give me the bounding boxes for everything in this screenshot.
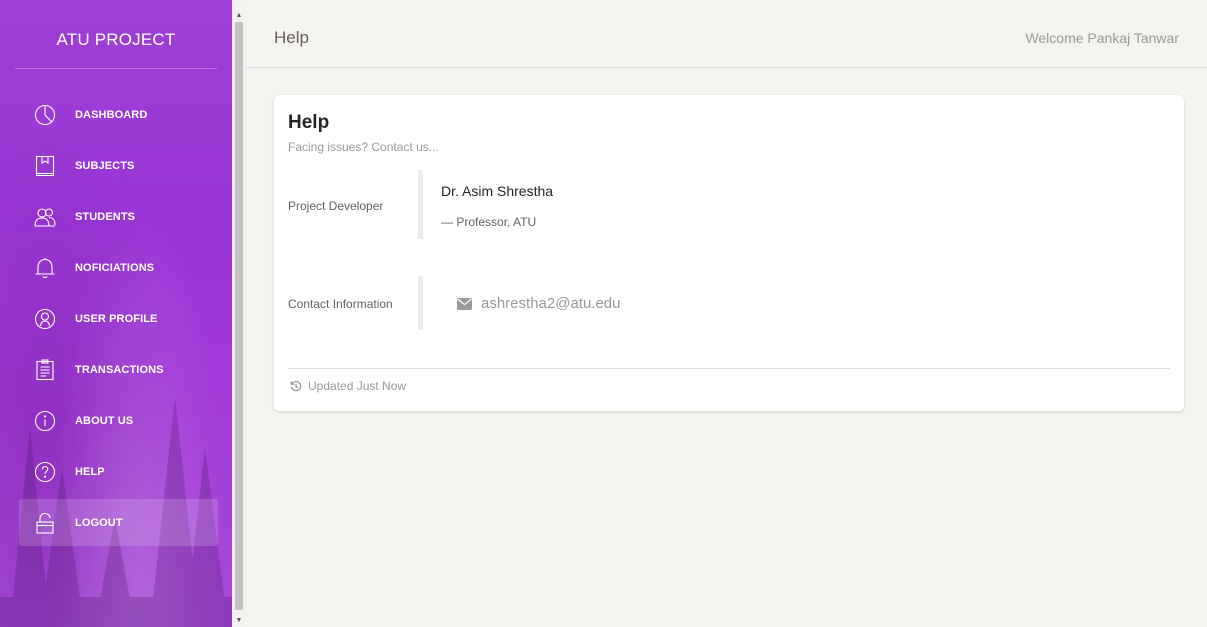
sidebar-item-students[interactable]: STUDENTS — [19, 193, 218, 240]
developer-label: Project Developer — [288, 199, 384, 213]
brand-divider — [15, 68, 217, 69]
sidebar-item-label: TRANSACTIONS — [75, 363, 164, 376]
contact-separator — [418, 276, 423, 330]
sidebar-item-label: NOFICIATIONS — [75, 261, 155, 274]
card-footer: Updated Just Now — [290, 379, 406, 393]
sidebar: ATU PROJECT DASHBOARD SUBJECTS STUDENTS … — [0, 0, 232, 627]
developer-role: — Professor, ATU — [441, 215, 537, 229]
sidebar-item-help[interactable]: HELP — [19, 448, 218, 495]
book-icon — [34, 155, 56, 177]
sidebar-item-dashboard[interactable]: DASHBOARD — [19, 91, 218, 138]
developer-name: Dr. Asim Shrestha — [441, 183, 554, 199]
updated-status-text: Updated Just Now — [308, 379, 407, 393]
developer-separator — [418, 170, 423, 239]
sidebar-item-label: ABOUT US — [75, 414, 134, 427]
clipboard-icon — [34, 358, 56, 381]
scroll-down-arrow-icon[interactable]: ▼ — [232, 613, 246, 627]
bell-icon — [34, 257, 56, 279]
scroll-up-arrow-icon[interactable]: ▲ — [232, 8, 246, 22]
sidebar-scrollbar[interactable]: ▲ ▼ — [232, 0, 246, 627]
sidebar-item-label: SUBJECTS — [75, 159, 135, 172]
user-circle-icon — [34, 308, 56, 330]
sidebar-item-label: USER PROFILE — [75, 312, 158, 325]
pie-chart-icon — [34, 104, 56, 126]
scrollbar-thumb[interactable] — [235, 22, 243, 610]
question-icon — [34, 461, 56, 483]
lock-icon — [34, 512, 56, 534]
page-title[interactable]: Help — [274, 28, 309, 48]
sidebar-item-transactions[interactable]: TRANSACTIONS — [19, 346, 218, 393]
contact-email-row: ashrestha2@atu.edu — [457, 295, 621, 312]
brand-title[interactable]: ATU PROJECT — [0, 0, 232, 68]
card-title: Help — [288, 112, 330, 133]
sidebar-nav: DASHBOARD SUBJECTS STUDENTS NOFICIATIONS… — [0, 91, 232, 546]
history-icon — [290, 380, 302, 392]
contact-label: Contact Information — [288, 297, 393, 311]
sidebar-item-notifications[interactable]: NOFICIATIONS — [19, 244, 218, 291]
welcome-user-text[interactable]: Welcome Pankaj Tanwar — [1025, 30, 1179, 46]
sidebar-item-label: HELP — [75, 465, 105, 478]
help-card: Help Facing issues? Contact us... Projec… — [274, 95, 1184, 411]
sidebar-item-subjects[interactable]: SUBJECTS — [19, 142, 218, 189]
card-divider — [288, 368, 1170, 369]
users-icon — [34, 206, 56, 228]
sidebar-item-label: DASHBOARD — [75, 108, 148, 121]
sidebar-item-user-profile[interactable]: USER PROFILE — [19, 295, 218, 342]
sidebar-item-label: STUDENTS — [75, 210, 136, 223]
info-icon — [34, 410, 56, 432]
sidebar-item-label: LOGOUT — [75, 516, 123, 529]
contact-email[interactable]: ashrestha2@atu.edu — [481, 295, 621, 312]
envelope-icon — [457, 297, 472, 310]
top-navbar: Help Welcome Pankaj Tanwar — [246, 0, 1207, 68]
card-subtitle: Facing issues? Contact us... — [288, 140, 439, 154]
sidebar-item-about-us[interactable]: ABOUT US — [19, 397, 218, 444]
sidebar-item-logout[interactable]: LOGOUT — [19, 499, 218, 546]
